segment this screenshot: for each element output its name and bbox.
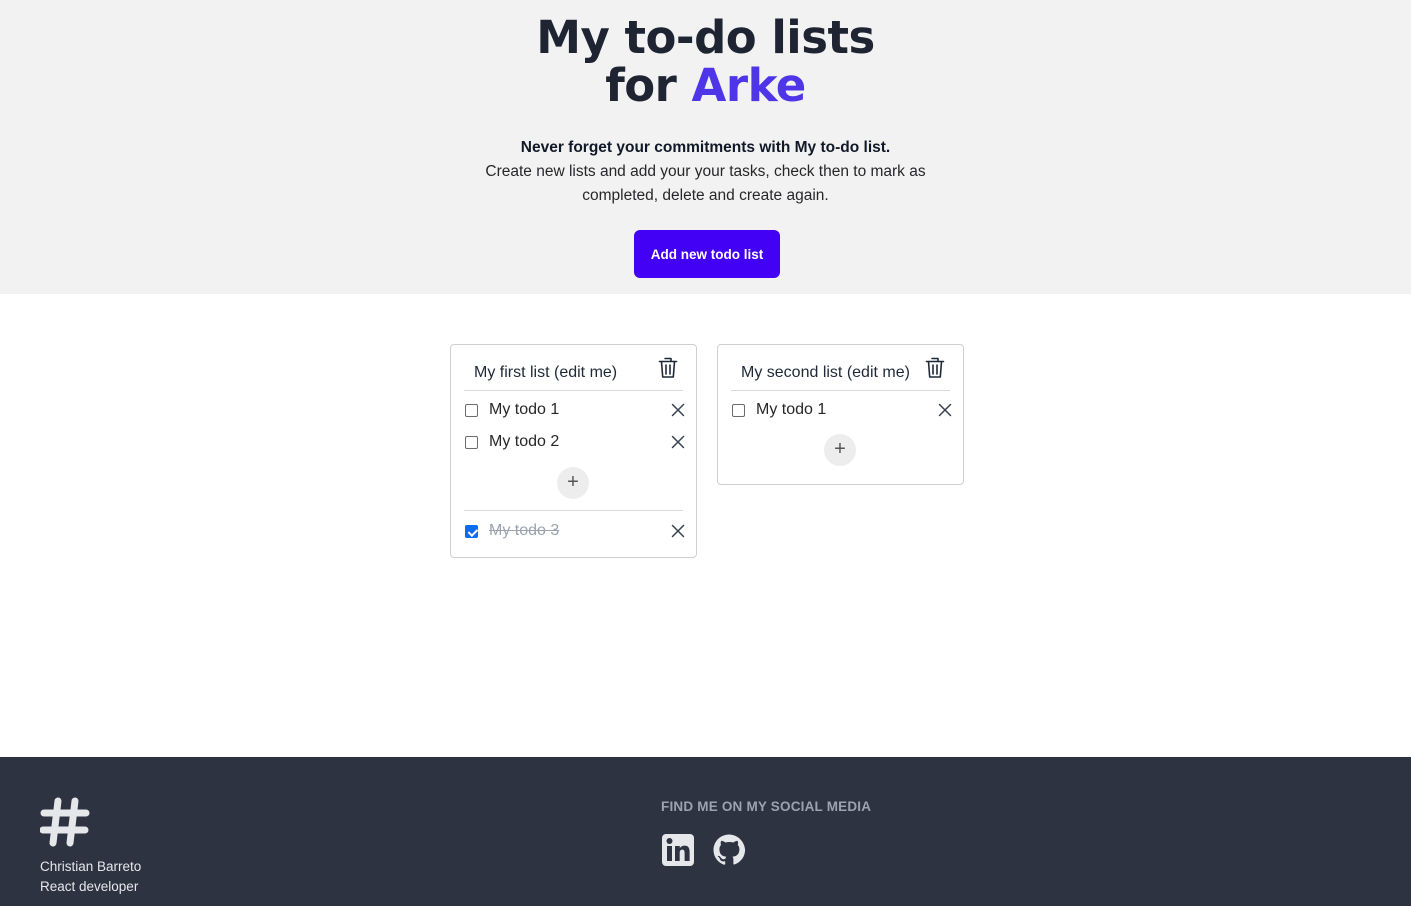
add-todo-list-button[interactable]: Add new todo list	[634, 230, 780, 278]
todo-item-completed: My todo 3	[465, 521, 685, 543]
hero-section: My to-do lists for Arke Never forget you…	[0, 0, 1411, 294]
github-icon[interactable]	[712, 833, 746, 867]
todo-label[interactable]: My todo 1	[756, 401, 826, 419]
page-title: My to-do lists for Arke	[0, 14, 1411, 110]
todo-list-header: My first list (edit me)	[464, 345, 683, 391]
hero-tagline: Never forget your commitments with My to…	[520, 139, 891, 156]
social-media-heading: FIND ME ON MY SOCIAL MEDIA	[661, 799, 872, 814]
footer: Christian Barreto React developer FIND M…	[0, 757, 1411, 906]
add-todo-button[interactable]: +	[557, 467, 589, 499]
todo-item: My todo 2	[465, 432, 685, 454]
page-title-line1: My to-do lists	[536, 11, 875, 64]
hashtag-icon	[40, 797, 90, 847]
divider	[464, 510, 683, 511]
trash-icon[interactable]	[925, 357, 945, 379]
todo-label[interactable]: My todo 1	[489, 401, 559, 419]
todo-checkbox-checked[interactable]	[465, 525, 478, 538]
author-role: React developer	[40, 879, 139, 894]
todo-item: My todo 1	[732, 400, 952, 422]
todo-checkbox[interactable]	[465, 404, 478, 417]
linkedin-icon[interactable]	[661, 833, 695, 867]
todo-checkbox[interactable]	[465, 436, 478, 449]
page-title-for: for	[605, 59, 677, 112]
todo-list-card: My first list (edit me) My todo 1 My tod…	[450, 344, 697, 558]
close-icon[interactable]	[671, 403, 685, 417]
todo-item: My todo 1	[465, 400, 685, 422]
trash-icon[interactable]	[658, 357, 678, 379]
page-title-username: Arke	[691, 59, 807, 112]
hero-description: Create new lists and add your your tasks…	[485, 163, 926, 204]
todo-label[interactable]: My todo 2	[489, 433, 559, 451]
todo-list-title[interactable]: My first list (edit me)	[474, 364, 617, 382]
author-info: Christian Barreto React developer	[40, 857, 141, 897]
todo-list-header: My second list (edit me)	[731, 345, 950, 391]
close-icon[interactable]	[938, 403, 952, 417]
close-icon[interactable]	[671, 524, 685, 538]
todo-label[interactable]: My todo 3	[489, 522, 559, 540]
add-todo-button[interactable]: +	[824, 434, 856, 466]
hero-subtitle: Never forget your commitments with My to…	[0, 136, 1411, 208]
close-icon[interactable]	[671, 435, 685, 449]
author-name: Christian Barreto	[40, 859, 142, 874]
todo-list-title[interactable]: My second list (edit me)	[741, 364, 910, 382]
todo-list-card: My second list (edit me) My todo 1 +	[717, 344, 964, 485]
todo-checkbox[interactable]	[732, 404, 745, 417]
